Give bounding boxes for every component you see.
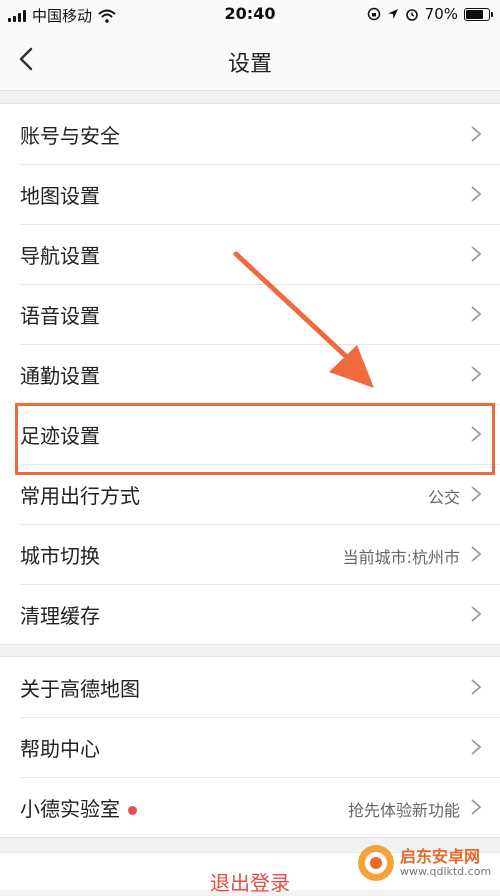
row-label: 常用出行方式 (20, 484, 140, 508)
chevron-right-icon (471, 306, 482, 322)
page-title: 设置 (227, 52, 272, 77)
row-label: 地图设置 (20, 184, 100, 208)
settings-row-commute[interactable]: 通勤设置 (0, 344, 500, 404)
row-label: 城市切换 (20, 544, 100, 568)
settings-row-lab[interactable]: 小德实验室 抢先体验新功能 (0, 777, 500, 837)
row-label-text: 小德实验室 (20, 797, 120, 821)
chevron-right-icon (471, 426, 482, 442)
watermark-url: www.qdlktd.com (400, 865, 492, 878)
chevron-right-icon (471, 799, 482, 815)
status-bar: 中国移动 20:40 70% (0, 0, 500, 30)
chevron-right-icon (471, 739, 482, 755)
row-label: 帮助中心 (20, 737, 100, 761)
chevron-right-icon (471, 246, 482, 262)
chevron-right-icon (471, 126, 482, 142)
settings-row-help[interactable]: 帮助中心 (0, 717, 500, 777)
chevron-right-icon (471, 366, 482, 382)
settings-row-about[interactable]: 关于高德地图 (0, 657, 500, 717)
row-label: 通勤设置 (20, 364, 100, 388)
settings-group-about: 关于高德地图 帮助中心 小德实验室 抢先体验新功能 (0, 656, 500, 838)
row-label: 足迹设置 (20, 424, 100, 448)
rotation-lock-icon (367, 7, 380, 21)
location-icon (387, 9, 398, 19)
battery-icon (464, 7, 493, 21)
chevron-right-icon (471, 186, 482, 202)
row-label: 清理缓存 (20, 604, 100, 628)
row-label: 关于高德地图 (20, 677, 140, 701)
watermark-name: 启东安卓网 (400, 847, 481, 866)
row-label: 账号与安全 (20, 124, 120, 148)
row-value: 抢先体验新功能 (347, 801, 460, 820)
nav-bar: 设置 (0, 30, 500, 91)
row-label: 导航设置 (20, 244, 100, 268)
chevron-right-icon (471, 606, 482, 622)
settings-row-footprint[interactable]: 足迹设置 (0, 404, 500, 464)
watermark-logo-icon (358, 845, 394, 881)
row-value: 公交 (427, 488, 460, 507)
alarm-icon (405, 9, 418, 21)
chevron-right-icon (471, 486, 482, 502)
row-label: 语音设置 (20, 304, 100, 328)
row-label: 小德实验室 (20, 793, 137, 822)
settings-row-city-switch[interactable]: 城市切换 当前城市:杭州市 (0, 524, 500, 584)
settings-row-navigation[interactable]: 导航设置 (0, 224, 500, 284)
settings-row-clear-cache[interactable]: 清理缓存 (0, 584, 500, 644)
settings-row-voice[interactable]: 语音设置 (0, 284, 500, 344)
chevron-right-icon (471, 546, 482, 562)
watermark: 启东安卓网 www.qdlktd.com (356, 841, 496, 885)
new-badge-dot (128, 806, 137, 815)
settings-row-map[interactable]: 地图设置 (0, 164, 500, 224)
settings-group-main: 账号与安全 地图设置 导航设置 语音设置 通勤设置 足迹设置 常用出行方式 公交… (0, 103, 500, 645)
row-value: 当前城市:杭州市 (342, 548, 460, 567)
settings-row-travel-mode[interactable]: 常用出行方式 公交 (0, 464, 500, 524)
chevron-right-icon (471, 679, 482, 695)
status-right: 70% (367, 5, 493, 23)
battery-percent: 70% (424, 5, 458, 23)
settings-row-account-security[interactable]: 账号与安全 (0, 104, 500, 164)
